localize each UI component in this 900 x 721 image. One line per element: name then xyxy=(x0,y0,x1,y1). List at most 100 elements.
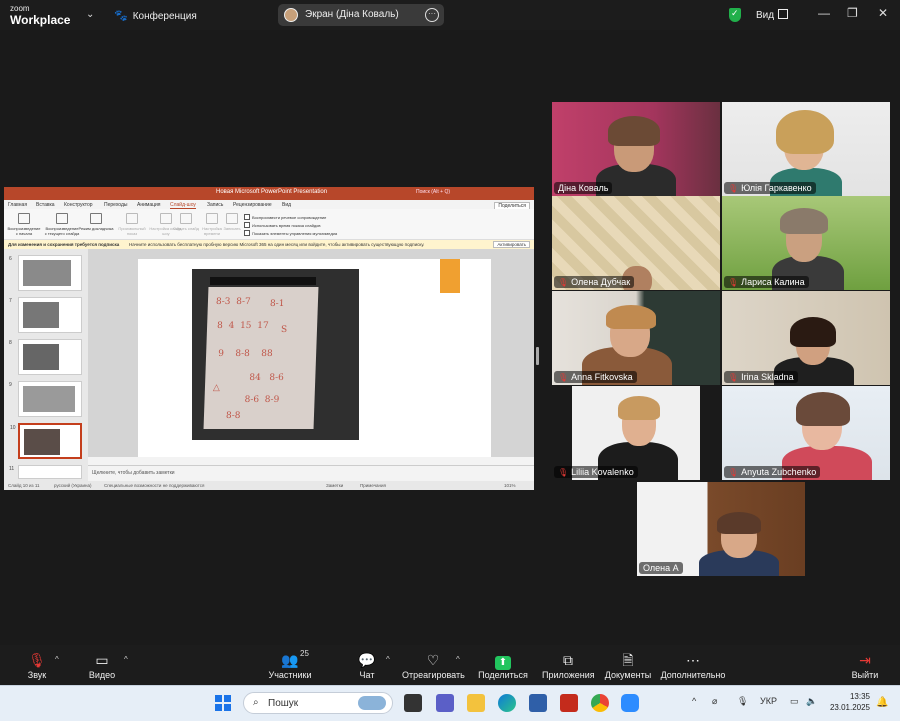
notes-pane[interactable]: Щелкните, чтобы добавить заметки xyxy=(88,465,534,482)
panel-resize-handle[interactable] xyxy=(536,347,539,365)
search-hint[interactable]: Поиск (Alt + Q) xyxy=(416,189,450,195)
screen-share-indicator[interactable]: Экран (Діна Коваль) ··· xyxy=(278,4,444,26)
video-label: Видео xyxy=(88,670,116,680)
docs-button[interactable]: 🗎 Документы xyxy=(604,651,652,680)
tab-record[interactable]: Запись xyxy=(207,202,223,208)
chat-button[interactable]: 💬 Чат xyxy=(356,651,378,680)
status-notes[interactable]: Заметки xyxy=(326,483,343,488)
more-options-icon[interactable]: ··· xyxy=(425,8,439,22)
leave-icon: ⇥ xyxy=(859,652,871,668)
zoom-level[interactable]: 101% xyxy=(504,483,516,488)
windows-start-icon[interactable] xyxy=(215,695,231,711)
tab-insert[interactable]: Вставка xyxy=(36,202,55,208)
video-button[interactable]: ▭ Видео xyxy=(88,651,116,680)
from-current-label: Воспроизведение с текущего слайда xyxy=(44,226,80,236)
security-shield-icon[interactable] xyxy=(729,8,741,22)
conference-button[interactable]: 🐾 Конференция xyxy=(114,9,197,22)
microphone-tray-icon[interactable]: 🎙 xyxy=(737,696,748,707)
close-icon[interactable]: ✕ xyxy=(878,6,888,20)
tab-design[interactable]: Конструктор xyxy=(64,202,93,208)
more-icon: ⋯ xyxy=(686,652,700,668)
audio-options-chevron-icon[interactable]: ^ xyxy=(55,655,59,664)
from-current-button[interactable]: Воспроизведение с текущего слайда xyxy=(44,213,80,236)
view-button[interactable]: Вид xyxy=(756,9,789,21)
presenter-mode-button[interactable]: Режим докладчика xyxy=(78,213,114,231)
minimize-icon[interactable]: — xyxy=(818,6,830,20)
zoom-taskbar-icon[interactable] xyxy=(621,694,639,712)
slide-thumb[interactable]: 8 xyxy=(9,339,82,375)
tab-transitions[interactable]: Переходы xyxy=(104,202,127,208)
edge-icon[interactable] xyxy=(498,694,516,712)
media-controls-checkbox[interactable]: Показать элементы управления мультимедиа xyxy=(244,230,337,236)
store-icon[interactable] xyxy=(529,694,547,712)
restore-icon[interactable]: ❐ xyxy=(847,6,858,20)
share-screen-icon: ⬆ xyxy=(478,651,528,670)
video-tile[interactable]: 🎙 Anyuta Zubchenko xyxy=(722,386,890,480)
presenter-mode-label: Режим докладчика xyxy=(78,226,114,231)
tab-animation[interactable]: Анимация xyxy=(137,202,160,208)
video-tile[interactable]: Олена А xyxy=(637,482,805,576)
taskbar-search[interactable]: ⌕ Пошук xyxy=(243,692,393,714)
chrome-icon[interactable] xyxy=(591,694,609,712)
more-button[interactable]: ⋯ Дополнительно xyxy=(660,651,726,680)
slide-thumb[interactable]: 7 xyxy=(9,297,82,333)
leave-button[interactable]: ⇥ Выйти xyxy=(850,651,880,680)
chat-options-chevron-icon[interactable]: ^ xyxy=(386,655,390,664)
audio-button[interactable]: 🎙 Звук xyxy=(24,651,50,680)
task-view-icon[interactable] xyxy=(404,694,422,712)
slide-thumb-selected[interactable]: 10 xyxy=(10,423,82,459)
custom-show-button[interactable]: Произвольный показ xyxy=(114,213,150,236)
activate-button[interactable]: Активировать xyxy=(493,241,530,248)
keyboard-language[interactable]: УКР xyxy=(760,696,777,706)
chat-label: Чат xyxy=(359,670,375,680)
participant-name: 🎙 Олена Дубчак xyxy=(554,276,635,288)
status-comments[interactable]: Примечания xyxy=(360,483,386,488)
video-options-chevron-icon[interactable]: ^ xyxy=(124,655,128,664)
muted-mic-icon: 🎙 xyxy=(728,278,739,287)
share-button[interactable]: ⬆ Поделиться xyxy=(478,651,528,680)
tab-review[interactable]: Рецензирование xyxy=(233,202,272,208)
tab-home[interactable]: Главная xyxy=(8,202,27,208)
slide-thumb[interactable]: 11 xyxy=(9,465,82,479)
video-tile[interactable]: 🎙 Liliia Kovalenko xyxy=(552,386,720,480)
notes-hint: Щелкните, чтобы добавить заметки xyxy=(92,470,175,476)
participant-name: 🎙 Anyuta Zubchenko xyxy=(724,466,821,478)
tab-view[interactable]: Вид xyxy=(282,202,291,208)
tab-slideshow[interactable]: Слайд-шоу xyxy=(170,202,196,209)
participant-name-text: Лариса Калина xyxy=(741,277,805,287)
participant-name-text: Irina Skladna xyxy=(741,372,794,382)
video-tile[interactable]: 🎙 Irina Skladna xyxy=(722,291,890,385)
display-icon[interactable]: ▭ xyxy=(790,696,799,707)
apps-button[interactable]: ⧉ Приложения xyxy=(542,651,595,680)
video-tile[interactable]: 🎙 Олена Дубчак xyxy=(552,196,720,290)
slide-thumb[interactable]: 6 xyxy=(9,255,82,291)
app-menu-chevron-icon[interactable]: ⌄ xyxy=(86,9,94,20)
tray-expand-icon[interactable]: ^ xyxy=(692,696,696,706)
slide-thumb[interactable]: 9 xyxy=(9,381,82,417)
current-slide[interactable]: 8-3 8-7 8-1 8 4 15 17 S 9 8-8 88 84 8-6 … xyxy=(138,259,491,457)
volume-icon[interactable]: 🔈 xyxy=(806,696,817,707)
narration-checkbox[interactable]: Воспроизвести речевое сопровождение xyxy=(244,214,326,220)
video-tile[interactable]: Діна Коваль xyxy=(552,102,720,196)
notifications-bell-icon[interactable]: 🔔 xyxy=(876,697,888,708)
teams-icon[interactable] xyxy=(436,694,454,712)
video-tile[interactable]: 🎙 Anna Fitkovska xyxy=(552,291,720,385)
video-tile[interactable]: 🎙 Юлія Гаркавенко xyxy=(722,102,890,196)
participants-button[interactable]: 👥 25 Участники xyxy=(266,649,314,680)
audio-label: Звук xyxy=(27,670,47,680)
react-options-chevron-icon[interactable]: ^ xyxy=(456,655,460,664)
status-access: Специальные возможности не поддерживаютс… xyxy=(104,483,205,488)
taskbar-clock[interactable]: 13:35 23.01.2025 xyxy=(828,691,870,713)
react-button[interactable]: ♡ Отреагировать xyxy=(402,651,465,680)
file-explorer-icon[interactable] xyxy=(467,694,485,712)
video-tile[interactable]: 🎙 Лариса Калина xyxy=(722,196,890,290)
presenter-avatar xyxy=(284,8,298,22)
network-off-icon[interactable]: ⌀ xyxy=(712,696,717,707)
timings-checkbox[interactable]: Использовать время показа слайдов xyxy=(244,222,321,228)
muted-mic-icon: 🎙 xyxy=(558,468,569,477)
apps-icon: ⧉ xyxy=(563,652,573,668)
muted-mic-icon: 🎙 xyxy=(28,652,46,668)
more-label: Дополнительно xyxy=(660,670,726,680)
from-start-button[interactable]: Воспроизведение с начала xyxy=(6,213,42,236)
app-icon[interactable] xyxy=(560,694,578,712)
